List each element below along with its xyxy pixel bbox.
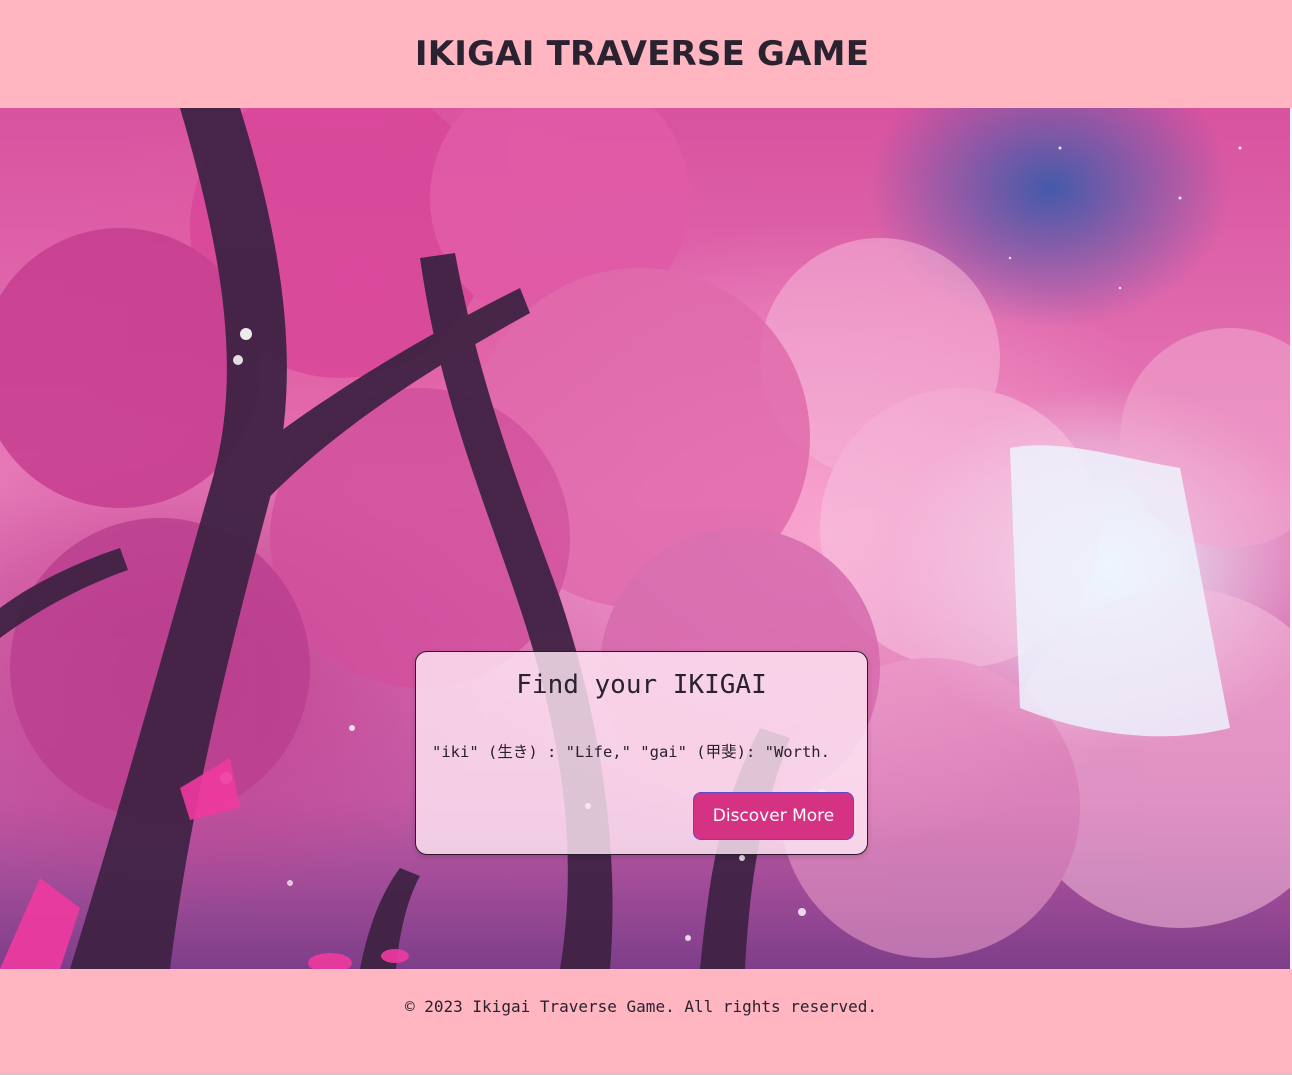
card-heading: Find your IKIGAI (516, 670, 767, 700)
site-footer: © 2023 Ikigai Traverse Game. All rights … (0, 969, 1292, 1075)
discover-more-button[interactable]: Discover More (693, 792, 854, 840)
site-title: IKIGAI TRAVERSE GAME (414, 34, 870, 74)
site-header: IKIGAI TRAVERSE GAME (0, 0, 1292, 108)
footer-copyright: © 2023 Ikigai Traverse Game. All rights … (404, 997, 877, 1016)
hero-section: Find your IKIGAI "iki" (生き) : "Life," "g… (0, 108, 1290, 969)
ikigai-card: Find your IKIGAI "iki" (生き) : "Life," "g… (415, 651, 868, 855)
card-description: "iki" (生き) : "Life," "gai" (甲斐): "Worth. (432, 743, 830, 761)
